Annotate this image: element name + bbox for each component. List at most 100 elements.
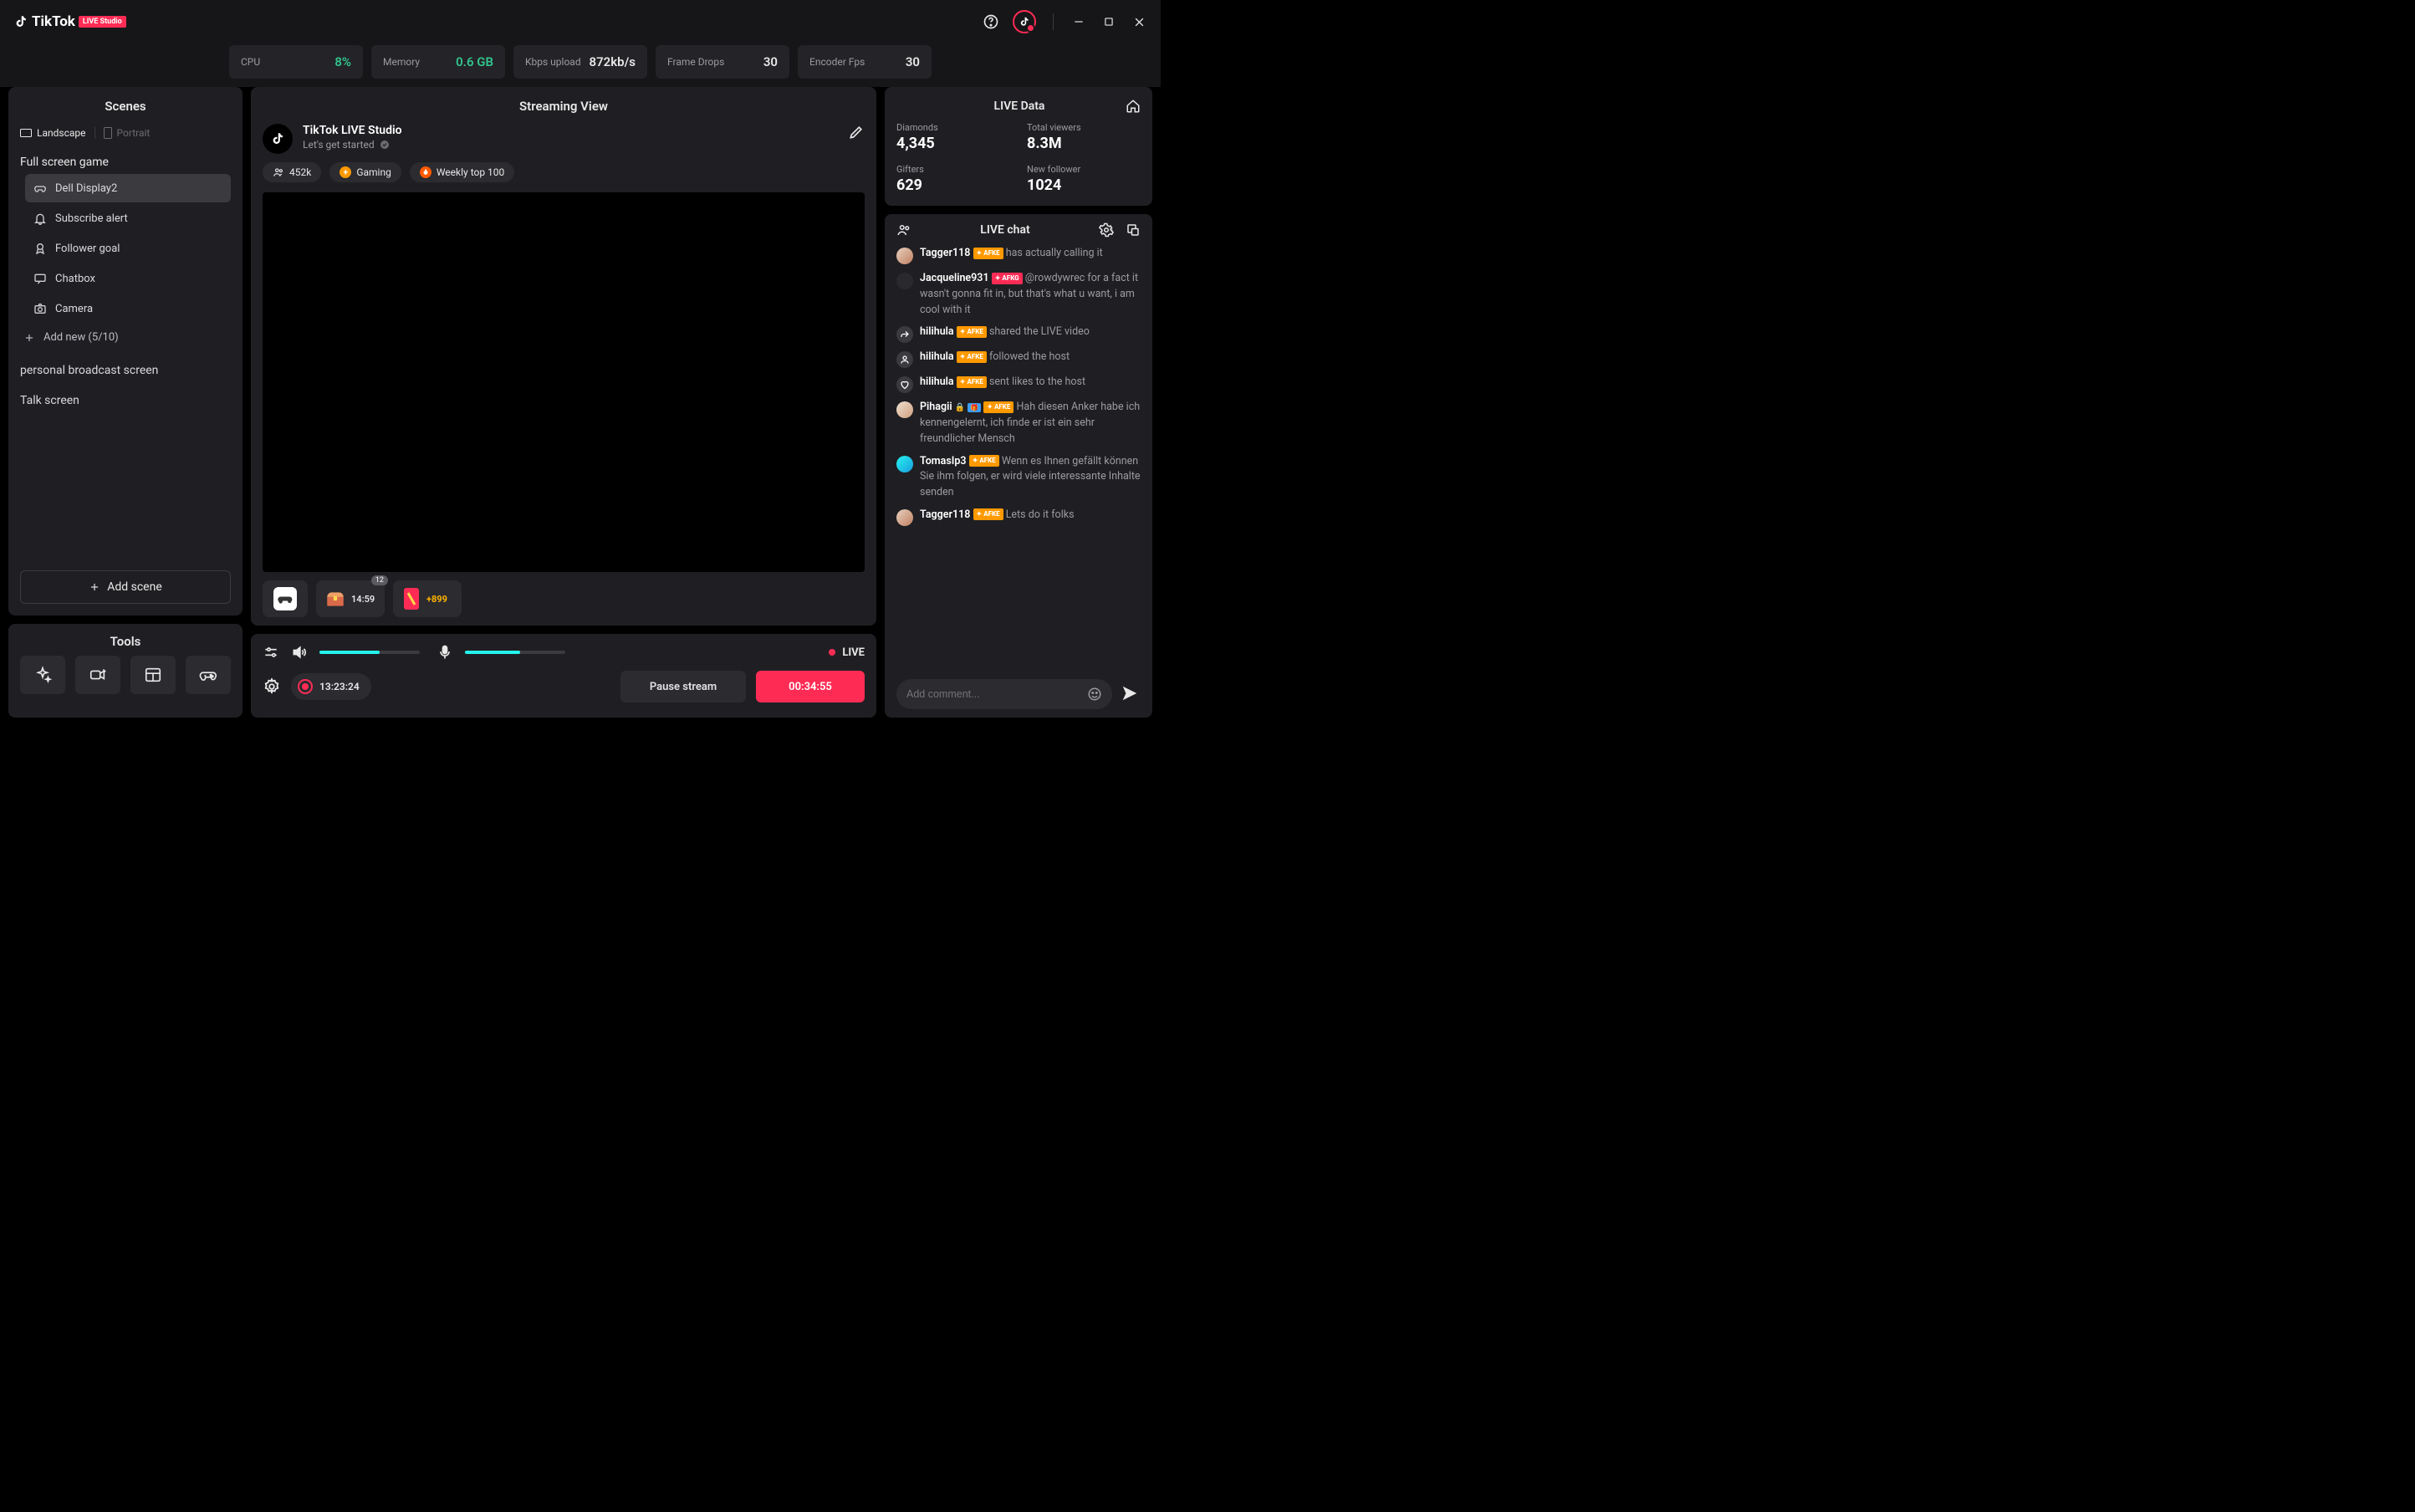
- chip-viewers[interactable]: 452k: [263, 162, 321, 182]
- stat-value: 8%: [334, 54, 351, 69]
- chat-username[interactable]: TomasIp3: [920, 455, 967, 467]
- recording-pill[interactable]: 13:23:24: [291, 673, 371, 700]
- chat-message: hilihula ✦ AFKE sent likes to the host: [896, 375, 1141, 393]
- chat-avatar: [896, 509, 913, 526]
- chat-text: has actually calling it: [1006, 247, 1103, 259]
- chat-username[interactable]: Pihagii: [920, 401, 952, 413]
- chat-input-field[interactable]: [906, 688, 1087, 700]
- chat-users-icon[interactable]: [896, 222, 911, 238]
- titlebar: TikTok LIVE Studio: [0, 0, 1161, 43]
- mixer-settings-icon[interactable]: [263, 644, 279, 661]
- chat-text: shared the LIVE video: [989, 325, 1090, 338]
- card-bonus[interactable]: +899: [393, 580, 462, 617]
- chat-username[interactable]: Jacqueline931: [920, 272, 989, 284]
- speaker-slider[interactable]: [319, 651, 420, 654]
- chat-username[interactable]: hilihula: [920, 375, 954, 388]
- send-button[interactable]: [1121, 684, 1141, 704]
- scene-item-camera[interactable]: Camera: [25, 294, 231, 323]
- live-dot-icon: [829, 649, 835, 656]
- stream-chips: 452k + Gaming Weekly top 100: [263, 162, 865, 182]
- record-icon: [298, 679, 313, 694]
- profile-avatar[interactable]: [1013, 10, 1036, 33]
- chat-username[interactable]: Tagger118: [920, 508, 970, 521]
- add-new-source[interactable]: Add new (5/10): [20, 323, 231, 352]
- chat-text: sent likes to the host: [989, 375, 1085, 388]
- afk-badge: ✦ AFKE: [957, 326, 987, 338]
- scene-other-2[interactable]: Talk screen: [20, 394, 231, 407]
- add-scene-button[interactable]: Add scene: [20, 570, 231, 604]
- add-scene-label: Add scene: [107, 580, 162, 594]
- live-stat-label: New follower: [1027, 164, 1141, 175]
- card-chest[interactable]: 14:59 12: [316, 580, 385, 617]
- chip-gaming[interactable]: + Gaming: [329, 162, 401, 182]
- tab-landscape-label: Landscape: [37, 127, 86, 139]
- live-stat-value: 1024: [1027, 176, 1141, 194]
- stats-bar: CPU8%Memory0.6 GBKbps upload872kb/sFrame…: [0, 43, 1161, 87]
- chat-settings-icon[interactable]: [1099, 222, 1114, 238]
- scene-item-follower-goal[interactable]: Follower goal: [25, 234, 231, 263]
- scene-item-label: Follower goal: [55, 243, 120, 255]
- scene-item-dell-display[interactable]: Dell Display2: [25, 174, 231, 202]
- scene-other-1[interactable]: personal broadcast screen: [20, 364, 231, 377]
- chat-message: hilihula ✦ AFKE shared the LIVE video: [896, 324, 1141, 343]
- chat-text: Hah diesen Anker habe ich kennengelernt,…: [920, 401, 1140, 445]
- reward-cards-row: 14:59 12 +899: [263, 580, 865, 617]
- pause-stream-button[interactable]: Pause stream: [620, 671, 746, 702]
- mic-icon[interactable]: [437, 644, 453, 661]
- maximize-button[interactable]: [1100, 13, 1117, 30]
- home-icon[interactable]: [1126, 99, 1141, 114]
- tab-portrait-label: Portrait: [117, 127, 151, 139]
- tools-row: [20, 656, 231, 694]
- live-data-panel: LIVE Data Diamonds4,345Total viewers8.3M…: [885, 87, 1152, 206]
- chat-popout-icon[interactable]: [1126, 222, 1141, 238]
- gamepad-icon: [273, 587, 297, 610]
- chat-avatar: [896, 456, 913, 472]
- emoji-icon[interactable]: [1087, 687, 1102, 702]
- scene-item-label: Subscribe alert: [55, 212, 128, 225]
- chat-input[interactable]: [896, 679, 1112, 709]
- chatbox-icon: [33, 272, 47, 285]
- scene-item-subscribe-alert[interactable]: Subscribe alert: [25, 204, 231, 232]
- sparkle-icon: [33, 666, 52, 684]
- afk-badge: ✦ AFKE: [957, 376, 987, 388]
- chat-message-body: Pihagii 🔒 🎁 ✦ AFKE Hah diesen Anker habe…: [920, 400, 1141, 447]
- chat-message-list[interactable]: Tagger118 ✦ AFKE has actually calling it…: [885, 246, 1152, 671]
- card-gamepad[interactable]: [263, 580, 308, 617]
- minimize-button[interactable]: [1070, 13, 1087, 30]
- live-stat-value: 8.3M: [1027, 135, 1141, 152]
- tab-portrait[interactable]: Portrait: [104, 127, 151, 139]
- stat-card: Encoder Fps30: [798, 45, 932, 79]
- chat-username[interactable]: Tagger118: [920, 247, 970, 259]
- chip-weekly-top[interactable]: Weekly top 100: [410, 162, 514, 182]
- mic-slider[interactable]: [465, 651, 565, 654]
- tab-landscape[interactable]: Landscape: [20, 127, 86, 139]
- dell-display-icon: [33, 181, 47, 195]
- tool-camera-record[interactable]: [75, 656, 120, 694]
- tool-game[interactable]: [186, 656, 231, 694]
- tool-layouts[interactable]: [130, 656, 176, 694]
- help-icon[interactable]: [983, 13, 999, 30]
- chat-username[interactable]: hilihula: [920, 325, 954, 338]
- scene-item-chatbox[interactable]: Chatbox: [25, 264, 231, 293]
- chest-icon: [324, 588, 346, 610]
- live-stat: New follower1024: [1027, 164, 1141, 194]
- video-preview[interactable]: [263, 192, 865, 572]
- chat-username[interactable]: hilihula: [920, 350, 954, 363]
- plus-icon: [23, 332, 35, 344]
- scene-group-title[interactable]: Full screen game: [20, 156, 231, 169]
- chat-message: Tagger118 ✦ AFKE has actually calling it: [896, 246, 1141, 264]
- audio-controls-row: LIVE: [263, 644, 865, 661]
- chat-message: Pihagii 🔒 🎁 ✦ AFKE Hah diesen Anker habe…: [896, 400, 1141, 447]
- stream-duration-button[interactable]: 00:34:55: [756, 671, 865, 702]
- tool-effects[interactable]: [20, 656, 65, 694]
- stat-value: 30: [906, 54, 920, 69]
- settings-button[interactable]: [263, 677, 281, 696]
- stat-value: 0.6 GB: [456, 54, 493, 69]
- chat-text: Lets do it folks: [1006, 508, 1075, 521]
- stream-title: TikTok LIVE Studio: [303, 124, 838, 137]
- stat-card: Memory0.6 GB: [371, 45, 505, 79]
- speaker-icon[interactable]: [291, 644, 308, 661]
- close-button[interactable]: [1131, 13, 1147, 30]
- edit-stream-button[interactable]: [848, 124, 865, 140]
- bonus-value: +899: [426, 594, 447, 605]
